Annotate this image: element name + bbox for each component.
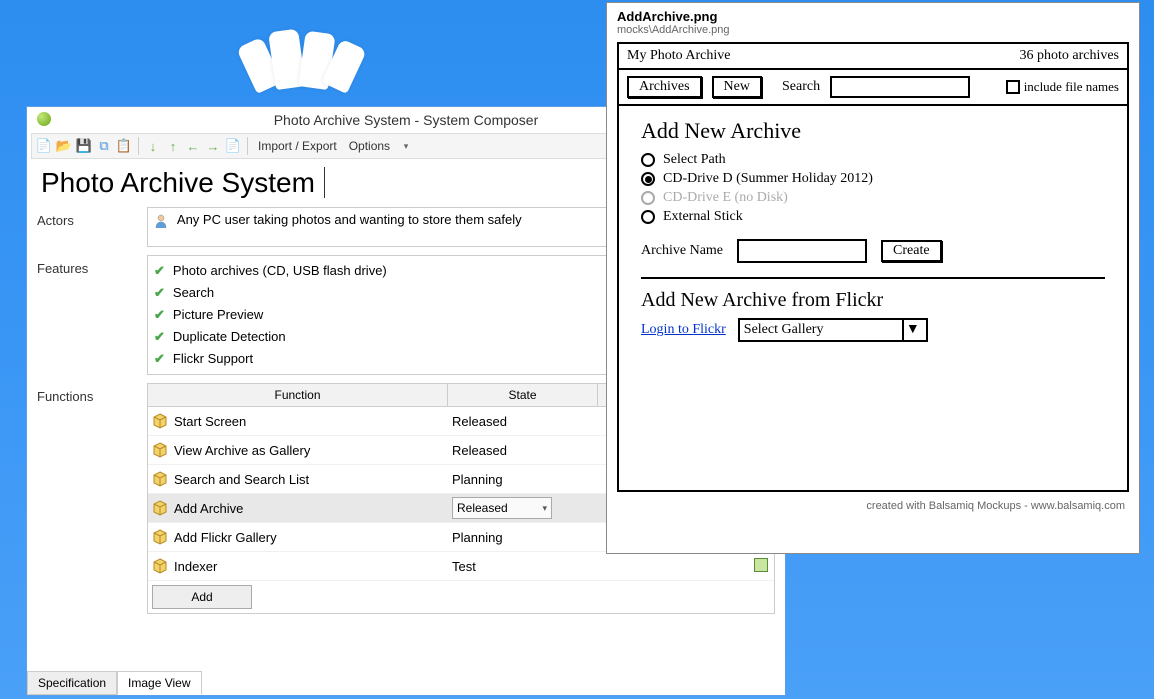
divider: [641, 277, 1105, 279]
arrow-down-icon[interactable]: ↓: [145, 138, 161, 154]
func-name: Search and Search List: [174, 472, 309, 487]
functions-label: Functions: [37, 383, 147, 404]
copy-icon[interactable]: ⧉: [96, 138, 112, 154]
dropdown-icon[interactable]: ▾: [398, 138, 414, 154]
cube-icon: [152, 413, 168, 429]
actors-label: Actors: [37, 207, 147, 228]
func-name: Indexer: [174, 559, 217, 574]
new-icon[interactable]: 📄: [36, 138, 52, 154]
check-icon: ✔: [154, 285, 165, 300]
person-icon: [154, 214, 168, 228]
cube-icon: [152, 529, 168, 545]
tab-specification[interactable]: Specification: [27, 671, 117, 695]
open-icon[interactable]: 📂: [56, 138, 72, 154]
link-marker-icon[interactable]: [754, 558, 768, 572]
radio-icon: [641, 172, 655, 186]
check-icon: ✔: [154, 351, 165, 366]
source-radio[interactable]: CD-Drive D (Summer Holiday 2012): [641, 171, 1105, 187]
func-name: View Archive as Gallery: [174, 443, 310, 458]
mockup-path: mocks\AddArchive.png: [617, 24, 1129, 36]
cube-icon: [152, 442, 168, 458]
mockup-header[interactable]: AddArchive.png mocks\AddArchive.png: [607, 3, 1139, 38]
save-icon[interactable]: 💾: [76, 138, 92, 154]
func-name: Add Archive: [174, 501, 243, 516]
archives-button[interactable]: Archives: [627, 76, 702, 98]
source-radio[interactable]: Select Path: [641, 152, 1105, 168]
actors-text: Any PC user taking photos and wanting to…: [177, 212, 522, 227]
state-dropdown[interactable]: Released▾: [452, 497, 552, 519]
dropdown-arrow-icon: ▼: [902, 320, 922, 340]
func-name: Add Flickr Gallery: [174, 530, 277, 545]
radio-icon: [641, 153, 655, 167]
check-icon: ✔: [154, 263, 165, 278]
gallery-select[interactable]: Select Gallery ▼: [738, 318, 928, 342]
options-menu[interactable]: Options: [345, 139, 394, 153]
cube-icon: [152, 471, 168, 487]
login-flickr-link[interactable]: Login to Flickr: [641, 322, 726, 338]
archive-name-input[interactable]: [737, 239, 867, 263]
doc-forward-icon[interactable]: 📄: [225, 138, 241, 154]
bottom-tabs: Specification Image View: [27, 671, 202, 695]
arrow-up-icon[interactable]: ↑: [165, 138, 181, 154]
arrow-left-icon[interactable]: ←: [185, 138, 201, 154]
arrow-right-icon[interactable]: →: [205, 138, 221, 154]
cube-icon: [152, 558, 168, 574]
func-name: Start Screen: [174, 414, 246, 429]
desktop-splash-decoration: [260, 30, 460, 90]
app-icon: [37, 112, 51, 126]
paste-icon[interactable]: 📋: [116, 138, 132, 154]
import-export-menu[interactable]: Import / Export: [254, 139, 341, 153]
tab-image-view[interactable]: Image View: [117, 671, 201, 695]
archive-title: My Photo Archive: [627, 48, 730, 64]
add-flickr-heading: Add New Archive from Flickr: [641, 289, 1105, 312]
balsamiq-credit: created with Balsamiq Mockups - www.bals…: [607, 500, 1139, 512]
search-input[interactable]: [830, 76, 970, 98]
window-title: Photo Archive System - System Composer: [274, 112, 539, 128]
wireframe-frame: My Photo Archive 36 photo archives Archi…: [617, 42, 1129, 492]
add-function-button[interactable]: Add: [152, 585, 252, 609]
mockup-title: AddArchive.png: [617, 9, 1129, 24]
radio-icon: [641, 191, 655, 205]
source-radio: CD-Drive E (no Disk): [641, 190, 1105, 206]
archive-count: 36 photo archives: [1019, 48, 1119, 64]
col-function[interactable]: Function: [148, 384, 448, 406]
radio-icon: [641, 210, 655, 224]
include-filenames-checkbox[interactable]: include file names: [1006, 79, 1119, 95]
function-row[interactable]: IndexerTest: [148, 552, 774, 581]
mockup-window: AddArchive.png mocks\AddArchive.png My P…: [606, 2, 1140, 554]
new-button[interactable]: New: [712, 76, 762, 98]
archive-name-label: Archive Name: [641, 243, 723, 259]
features-label: Features: [37, 255, 147, 276]
search-label: Search: [782, 79, 820, 95]
source-radio[interactable]: External Stick: [641, 209, 1105, 225]
create-button[interactable]: Create: [881, 240, 942, 262]
add-archive-heading: Add New Archive: [641, 118, 1105, 144]
check-icon: ✔: [154, 329, 165, 344]
checkbox-icon: [1006, 80, 1020, 94]
col-state[interactable]: State: [448, 384, 598, 406]
check-icon: ✔: [154, 307, 165, 322]
cube-icon: [152, 500, 168, 516]
